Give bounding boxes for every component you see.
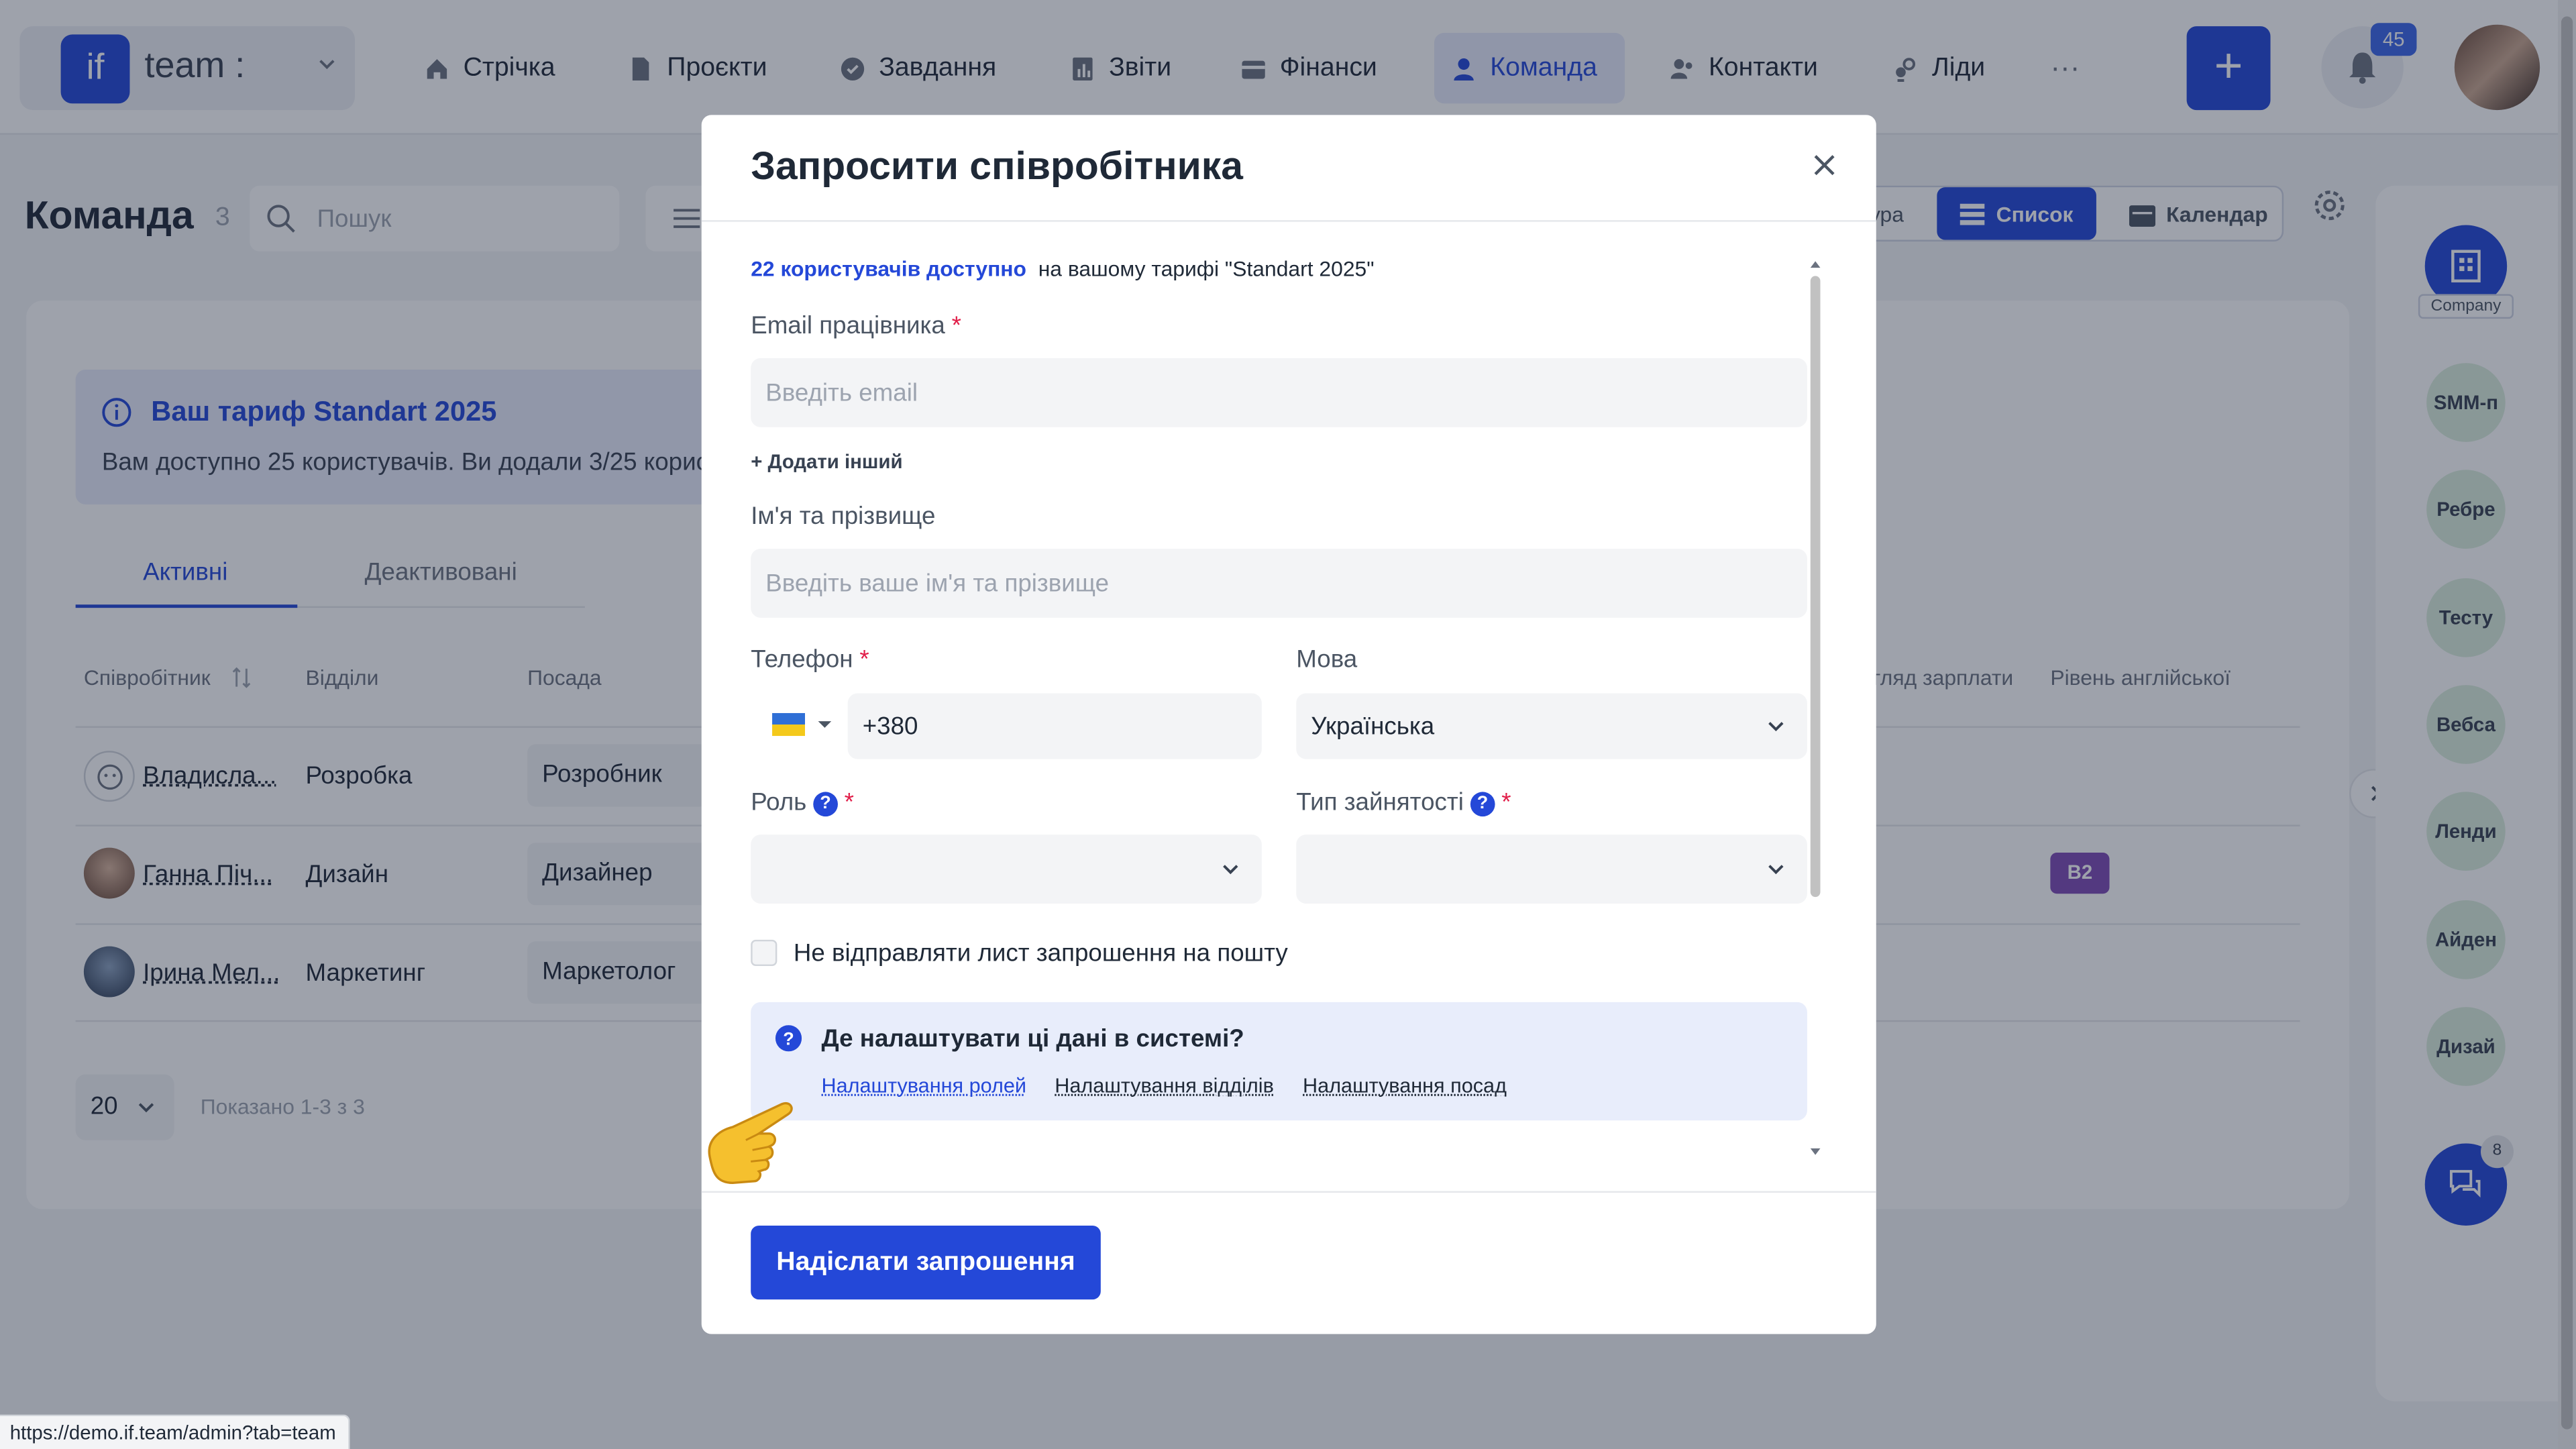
email-field[interactable]: Введіть email xyxy=(751,358,1807,427)
employment-type-label: Тип зайнятості? * xyxy=(1296,789,1511,817)
available-users-note: 22 користувачів доступно на вашому тариф… xyxy=(751,256,1374,281)
skip-invite-email-label[interactable]: Не відправляти лист запрошення на пошту xyxy=(794,940,1288,968)
svg-text:?: ? xyxy=(783,1029,794,1049)
help-icon[interactable]: ? xyxy=(813,791,838,816)
required-marker: * xyxy=(859,645,869,674)
chevron-down-icon xyxy=(1223,865,1238,875)
name-placeholder: Введіть ваше ім'я та прізвище xyxy=(765,569,1110,598)
employment-label-text: Тип зайнятості xyxy=(1296,788,1464,817)
question-icon: ? xyxy=(775,1025,802,1052)
ukraine-flag-icon xyxy=(772,712,806,737)
caret-down-icon xyxy=(818,721,832,728)
close-icon[interactable] xyxy=(1809,150,1840,181)
phone-label-text: Телефон xyxy=(751,645,853,674)
phone-label: Телефон * xyxy=(751,645,869,674)
add-another-email-button[interactable]: + Додати інший xyxy=(751,450,902,473)
modal-footer-divider xyxy=(701,1191,1876,1193)
chevron-down-icon xyxy=(1768,722,1784,732)
skip-invite-email-checkbox[interactable] xyxy=(751,939,777,967)
available-users-count: 22 користувачів доступно xyxy=(751,256,1027,281)
send-invitation-button[interactable]: Надіслати запрошення xyxy=(751,1225,1101,1300)
status-bar-url: https://demo.if.team/admin?tab=team xyxy=(0,1414,351,1449)
modal-title: Запросити співробітника xyxy=(751,144,1243,189)
required-marker: * xyxy=(844,788,854,817)
settings-help-title: Де налаштувати ці дані в системі? xyxy=(821,1025,1244,1053)
language-label: Мова xyxy=(1296,645,1358,674)
chevron-down-icon xyxy=(1768,865,1784,875)
full-name-field[interactable]: Введіть ваше ім'я та прізвище xyxy=(751,548,1807,618)
name-label: Ім'я та прізвище xyxy=(751,502,936,531)
role-select[interactable] xyxy=(751,835,1262,904)
required-marker: * xyxy=(951,312,961,340)
settings-help-box xyxy=(751,1002,1807,1121)
phone-input[interactable]: +380 xyxy=(847,693,1262,759)
positions-settings-link[interactable]: Налаштування посад xyxy=(1303,1075,1507,1097)
modal-header-divider xyxy=(701,220,1876,222)
email-label-text: Email працівника xyxy=(751,312,945,340)
email-placeholder: Введіть email xyxy=(765,378,918,407)
pointing-hand-icon xyxy=(708,1102,793,1184)
departments-settings-link[interactable]: Налаштування відділів xyxy=(1055,1075,1274,1097)
phone-value: +380 xyxy=(862,712,918,741)
email-label: Email працівника * xyxy=(751,312,961,340)
roles-settings-link[interactable]: Налаштування ролей xyxy=(822,1075,1026,1097)
help-icon[interactable]: ? xyxy=(1470,791,1495,816)
country-code-select[interactable] xyxy=(751,693,843,759)
modal-scrollbar-thumb[interactable] xyxy=(1810,276,1821,898)
language-value: Українська xyxy=(1311,712,1435,741)
available-users-text: на вашому тарифі "Standart 2025" xyxy=(1038,256,1375,281)
app-root: if team : Стрічка Проєкти Завдання Звіти… xyxy=(0,0,2576,1449)
language-select[interactable]: Українська xyxy=(1296,693,1807,759)
required-marker: * xyxy=(1501,788,1511,817)
role-label: Роль? * xyxy=(751,789,854,817)
role-label-text: Роль xyxy=(751,788,807,817)
employment-type-select[interactable] xyxy=(1296,835,1807,904)
